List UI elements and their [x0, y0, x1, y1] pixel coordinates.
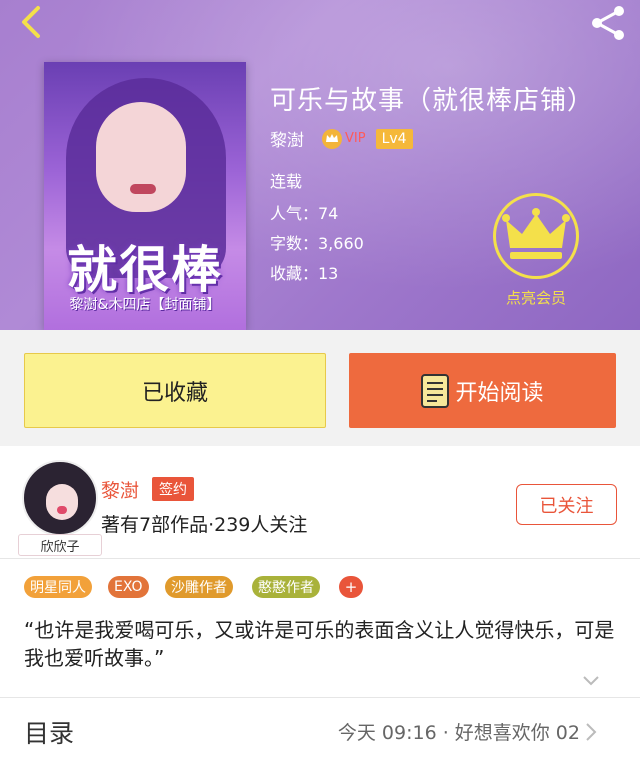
serial-status: 连载 — [270, 172, 303, 191]
book-intro: “也许是我爱喝可乐，又或许是可乐的表面含义让人觉得快乐，可是我也爱听故事。” — [24, 618, 615, 670]
author-row: 黎澍 VIP Lv4 — [270, 126, 413, 151]
chevron-down-icon[interactable] — [582, 675, 600, 687]
book-title: 可乐与故事（就很棒店铺） — [270, 86, 595, 116]
toc-label: 目录 — [24, 719, 75, 748]
avatar — [22, 460, 98, 536]
tag-chip[interactable]: 沙雕作者 — [165, 576, 233, 598]
popularity-count: 人气：74 — [270, 204, 339, 223]
start-reading-button[interactable]: 开始阅读 — [349, 353, 616, 428]
collected-button[interactable]: 已收藏 — [24, 353, 326, 428]
author-card-name[interactable]: 黎澍 — [101, 476, 139, 503]
crown-icon — [502, 208, 570, 259]
author-stats: 著有7部作品·239人关注 — [101, 514, 308, 536]
author-card: 欣欣子 黎澍 签约 著有7部作品·239人关注 已关注 — [0, 446, 640, 558]
word-count: 字数：3,660 — [270, 234, 364, 253]
share-icon[interactable] — [588, 4, 628, 42]
book-icon — [421, 373, 450, 408]
member-button[interactable] — [493, 193, 579, 279]
cover-face-shape — [96, 102, 186, 212]
tags-and-intro: 明星同人 EXO 沙雕作者 憨憨作者 + “也许是我爱喝可乐，又或许是可乐的表面… — [0, 559, 640, 697]
avatar-face-shape — [46, 484, 78, 520]
book-cover[interactable]: 就很棒 黎澍&木四店【封面铺】 — [44, 62, 246, 330]
signed-badge: 签约 — [152, 477, 194, 501]
author-avatar[interactable]: 欣欣子 — [18, 460, 102, 556]
level-badge: Lv4 — [375, 128, 413, 149]
latest-chapter: 今天 09:16 · 好想喜欢你 02 — [337, 722, 580, 744]
cover-subtitle: 黎澍&木四店【封面铺】 — [69, 297, 221, 313]
tag-chip[interactable]: 明星同人 — [24, 576, 92, 598]
avatar-mouth-shape — [57, 506, 67, 514]
chevron-right-icon — [586, 723, 597, 741]
member-label[interactable]: 点亮会员 — [490, 287, 582, 308]
tag-chip[interactable]: EXO — [108, 576, 149, 598]
book-header: 就很棒 黎澍&木四店【封面铺】 可乐与故事（就很棒店铺） 黎澍 VIP Lv4 … — [0, 0, 640, 330]
favorites-count: 收藏：13 — [270, 264, 339, 283]
cover-lips-shape — [130, 184, 156, 194]
cover-title: 就很棒 — [67, 241, 223, 299]
tag-chip[interactable]: 憨憨作者 — [252, 576, 320, 598]
author-name[interactable]: 黎澍 — [270, 126, 304, 151]
follow-button[interactable]: 已关注 — [516, 484, 617, 525]
avatar-tag: 欣欣子 — [18, 534, 102, 556]
book-info: 可乐与故事（就很棒店铺） 黎澍 VIP Lv4 连载 人气：74 字数：3,66… — [270, 80, 595, 283]
back-arrow-icon[interactable] — [14, 4, 50, 40]
vip-crown-icon — [322, 128, 342, 149]
start-reading-label: 开始阅读 — [455, 380, 544, 406]
toc-row[interactable]: 目录 今天 09:16 · 好想喜欢你 02 — [0, 698, 640, 761]
add-tag-button[interactable]: + — [339, 576, 363, 598]
vip-badge: VIP — [322, 128, 366, 150]
vip-label: VIP — [345, 131, 366, 146]
